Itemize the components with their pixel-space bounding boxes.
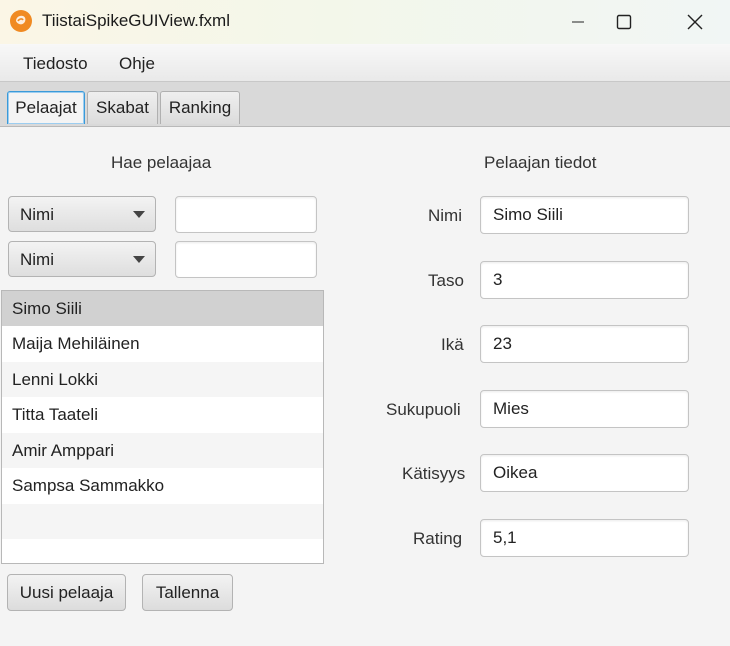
search-input-2[interactable] [175,241,317,278]
details-heading: Pelaajan tiedot [484,153,597,172]
list-item[interactable]: Amir Amppari [2,433,323,468]
chevron-down-icon [133,211,145,218]
close-icon [687,14,703,30]
label-ika: Ikä [441,335,464,354]
label-katisyys: Kätisyys [402,464,466,483]
age-field[interactable]: 23 [480,325,689,363]
app-icon [10,10,32,32]
minimize-icon [572,21,584,23]
gender-field[interactable]: Mies [480,390,689,428]
tab-ranking[interactable]: Ranking [160,91,240,124]
window-title: TiistaiSpikeGUIView.fxml [42,11,230,30]
search-input-1[interactable] [175,196,317,233]
maximize-button[interactable] [601,0,647,44]
menu-ohje[interactable]: Ohje [119,54,155,74]
tab-strip: Pelaajat Skabat Ranking [0,82,730,127]
list-item[interactable]: Maija Mehiläinen [2,326,323,361]
handedness-field[interactable]: Oikea [480,454,689,492]
minimize-button[interactable] [555,0,601,44]
list-item[interactable]: Titta Taateli [2,397,323,432]
search-heading: Hae pelaajaa [111,153,212,172]
label-taso: Taso [428,271,464,290]
close-button[interactable] [672,0,718,44]
new-player-button[interactable]: Uusi pelaaja [7,574,126,611]
list-item-empty [2,539,323,563]
level-field[interactable]: 3 [480,261,689,299]
name-field[interactable]: Simo Siili [480,196,689,234]
label-nimi: Nimi [428,206,462,225]
label-rating: Rating [413,529,463,548]
menu-tiedosto[interactable]: Tiedosto [23,54,88,74]
label-sukupuoli: Sukupuoli [386,400,461,419]
search-field-select-1-value: Nimi [20,205,54,224]
save-button[interactable]: Tallenna [142,574,233,611]
chevron-down-icon [133,256,145,263]
list-item[interactable]: Simo Siili [2,291,323,326]
player-list[interactable]: Simo Siili Maija Mehiläinen Lenni Lokki … [1,290,324,564]
list-item[interactable]: Lenni Lokki [2,362,323,397]
tab-pelaajat[interactable]: Pelaajat [7,91,85,124]
title-bar: TiistaiSpikeGUIView.fxml [0,0,730,44]
maximize-icon [616,14,632,30]
rating-field[interactable]: 5,1 [480,519,689,557]
search-field-select-2[interactable]: Nimi [8,241,156,277]
search-field-select-1[interactable]: Nimi [8,196,156,232]
menu-bar: Tiedosto Ohje [0,44,730,82]
list-item-empty [2,504,323,539]
list-item[interactable]: Sampsa Sammakko [2,468,323,503]
search-field-select-2-value: Nimi [20,250,54,269]
tab-skabat[interactable]: Skabat [87,91,158,124]
